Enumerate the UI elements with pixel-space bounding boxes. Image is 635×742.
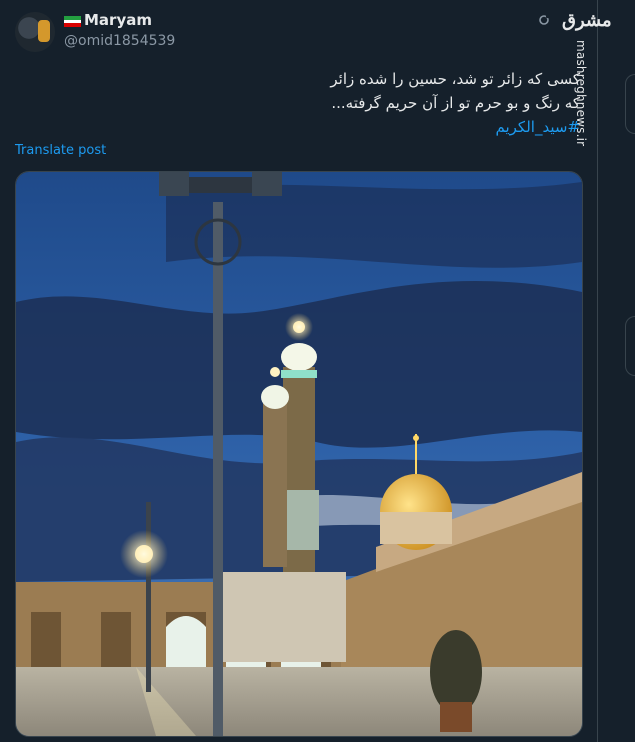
tweet-text: کسی که زائر تو شد، حسین را شده زائر که ر… xyxy=(300,67,580,139)
hashtag-link[interactable]: #سید_الکریم xyxy=(300,115,581,139)
author-name[interactable]: Maryam xyxy=(84,11,152,29)
author-handle[interactable]: @omid1854539 xyxy=(64,33,175,49)
column-divider xyxy=(597,0,598,742)
side-panel-tab[interactable] xyxy=(625,74,635,134)
avatar[interactable] xyxy=(15,12,55,52)
tweet-line: که رنگ و بو حرم تو از آن حریم گرفته... xyxy=(331,94,580,112)
translate-post-link[interactable]: Translate post xyxy=(15,143,106,158)
tweet-line: کسی که زائر تو شد، حسین را شده زائر xyxy=(330,70,580,88)
shrine-at-dusk-image[interactable] xyxy=(15,171,583,737)
iran-flag-icon xyxy=(64,16,81,27)
more-icon[interactable] xyxy=(538,14,552,28)
watermark-logo: مشرق xyxy=(562,10,612,31)
side-panel-tab[interactable] xyxy=(625,316,635,376)
